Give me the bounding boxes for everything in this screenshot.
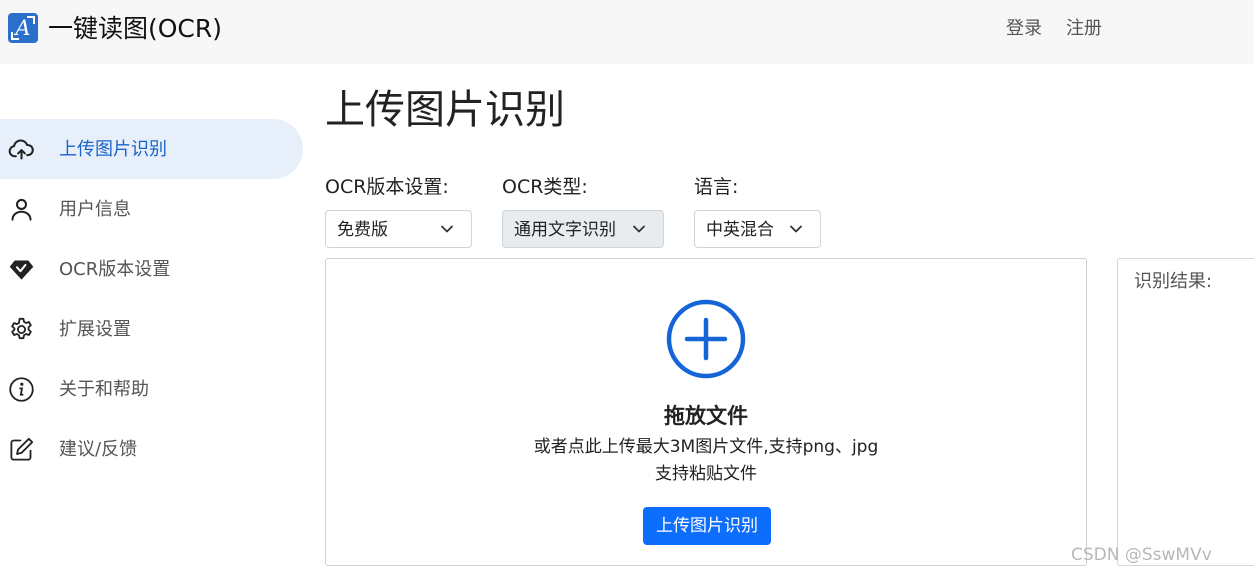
dropzone-title: 拖放文件 [664,404,748,428]
language-value: 中英混合 [706,220,774,240]
language-select[interactable]: 中英混合 [694,210,821,248]
dropzone-hint[interactable]: 或者点此上传最大3M图片文件,支持png、jpg [326,435,1086,459]
dropzone-paste-hint: 支持粘贴文件 [655,464,757,484]
result-panel: 识别结果: [1117,258,1254,566]
app-title: 一键读图(OCR) [48,14,223,43]
edit-icon [10,437,34,461]
top-header: A 一键读图(OCR) 登录 注册 [0,0,1254,64]
sidebar-item-upload[interactable]: 上传图片识别 [0,119,303,179]
sidebar-item-extensions[interactable]: 扩展设置 [0,299,303,359]
chevron-down-icon [633,225,645,233]
sidebar-item-label: 上传图片识别 [59,139,167,160]
ocr-type-value: 通用文字识别 [514,220,616,240]
chevron-down-icon [441,225,453,233]
page-title: 上传图片识别 [325,87,565,133]
sidebar-item-feedback[interactable]: 建议/反馈 [0,419,303,479]
sidebar-item-about-help[interactable]: 关于和帮助 [0,359,303,419]
register-link[interactable]: 注册 [1066,17,1102,41]
ocr-version-label: OCR版本设置: [325,176,449,198]
app-logo-icon: A [8,13,38,43]
login-link[interactable]: 登录 [1006,17,1042,41]
add-file-plus-icon[interactable] [666,299,746,379]
ocr-version-select[interactable]: 免费版 [325,210,472,248]
sidebar-item-label: 扩展设置 [59,319,131,340]
result-label: 识别结果: [1134,271,1213,292]
ocr-type-label: OCR类型: [502,176,588,198]
info-icon [9,377,34,402]
sidebar-item-label: OCR版本设置 [59,259,171,280]
chevron-down-icon [790,225,802,233]
ocr-type-select[interactable]: 通用文字识别 [502,210,664,248]
gem-icon [9,260,34,280]
ocr-version-value: 免费版 [337,220,388,240]
sidebar-item-user-info[interactable]: 用户信息 [0,179,303,239]
sidebar-item-label: 关于和帮助 [59,379,149,400]
gear-icon [11,317,32,340]
sidebar-item-ocr-version[interactable]: OCR版本设置 [0,239,303,299]
language-label: 语言: [694,176,739,198]
file-dropzone[interactable]: 拖放文件 或者点此上传最大3M图片文件,支持png、jpg 支持粘贴文件 上传图… [325,258,1087,566]
user-icon [11,198,32,221]
watermark: CSDN @SswMVv [1071,545,1212,565]
cloud-upload-icon [8,139,34,160]
upload-image-button[interactable]: 上传图片识别 [643,507,771,545]
sidebar-item-label: 用户信息 [59,199,131,220]
sidebar-item-label: 建议/反馈 [59,439,138,460]
sidebar-nav: 上传图片识别 用户信息 OCR版本设置 扩展设置 关于和帮助 建议/反馈 [0,119,303,479]
